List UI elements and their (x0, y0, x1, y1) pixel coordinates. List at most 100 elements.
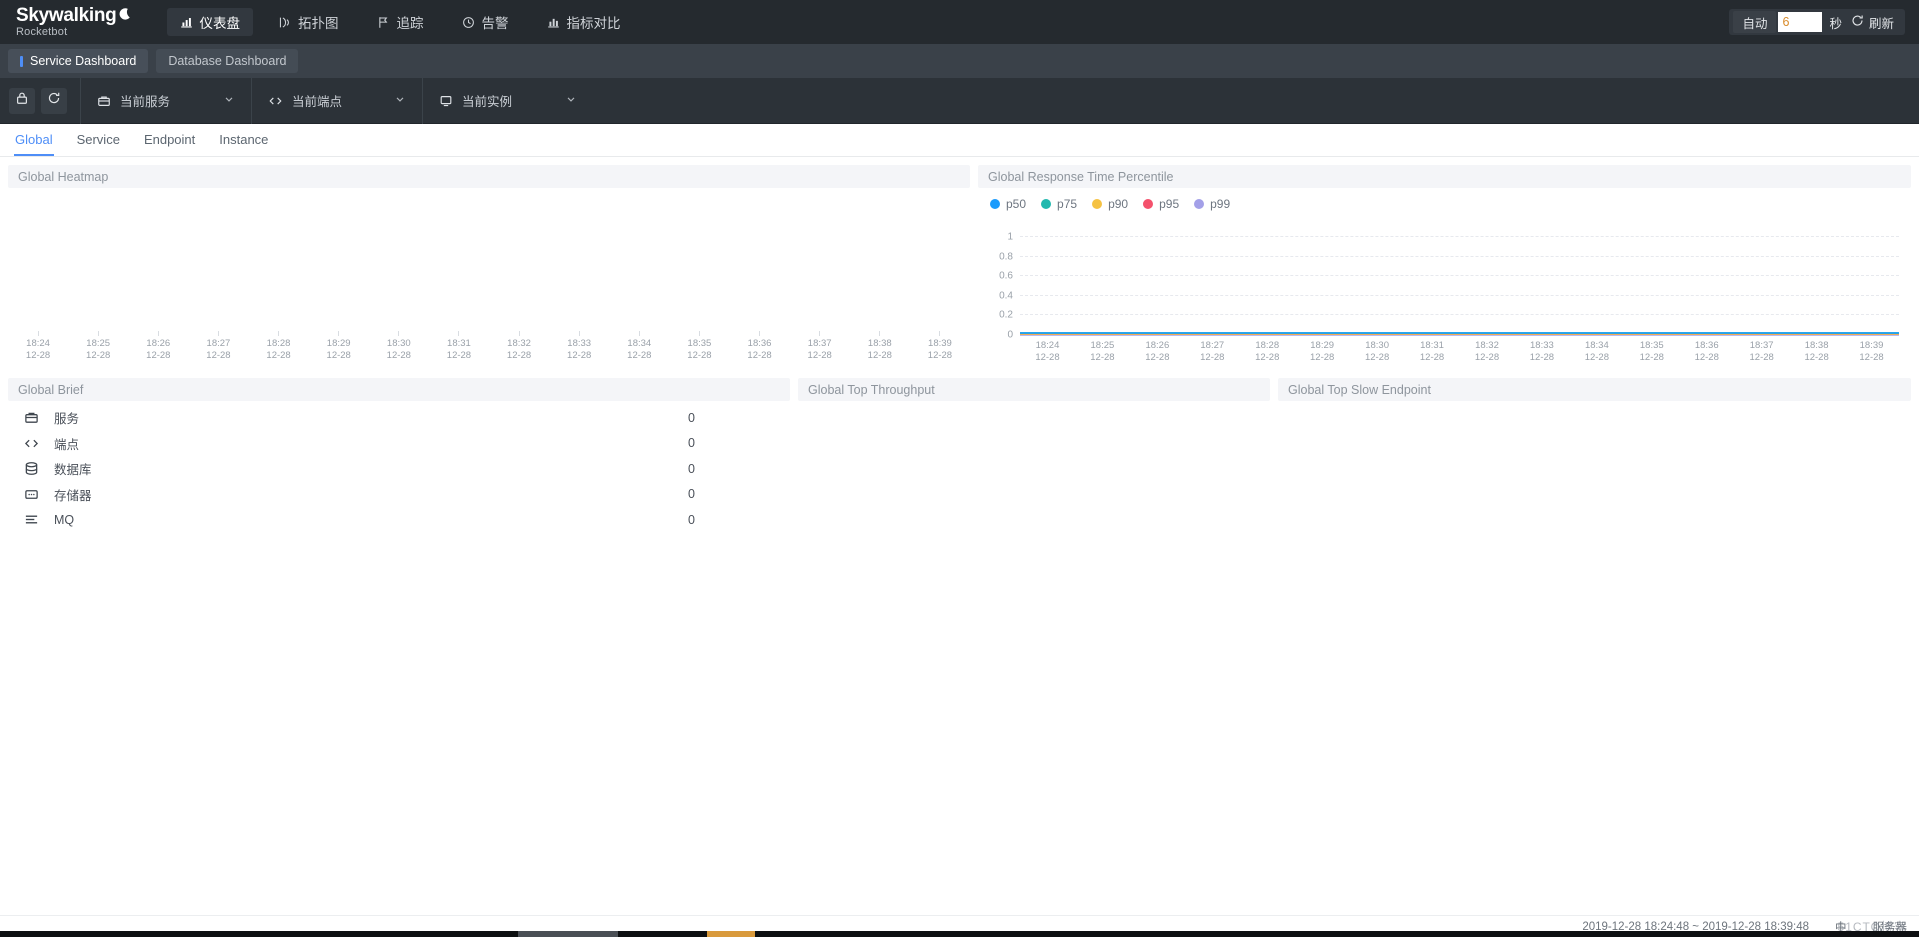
percentile-x-tick: 18:3112-28 (1405, 338, 1460, 364)
percentile-x-tick: 18:3912-28 (1844, 338, 1899, 364)
metric-scope-tabs: Global Service Endpoint Instance (0, 124, 1919, 157)
tick-label: 18:2812-28 (1240, 340, 1295, 364)
heatmap-x-tick: 18:3712-28 (790, 331, 850, 362)
percentile-x-tick: 18:2412-28 (1020, 338, 1075, 364)
dashboard-tab-database[interactable]: Database Dashboard (156, 49, 298, 73)
taskbar-active-chip[interactable] (707, 931, 755, 937)
panel-title: Global Brief (8, 378, 790, 401)
tab-endpoint[interactable]: Endpoint (143, 124, 196, 156)
dashboard-tab-label: Database Dashboard (168, 54, 286, 68)
auto-refresh-group: 自动 秒 刷新 (1729, 9, 1905, 35)
endpoint-selector[interactable]: 当前端点 (262, 87, 412, 115)
panel-title: Global Heatmap (8, 165, 970, 188)
tick-label: 18:2712-28 (206, 338, 230, 362)
endpoint-selector-label: 当前端点 (292, 91, 342, 110)
heatmap-x-tick: 18:2612-28 (128, 331, 188, 362)
tick-label: 18:3612-28 (747, 338, 771, 362)
brief-label: 端点 (54, 434, 79, 453)
y-gridline: 0.8 (1020, 256, 1899, 257)
lock-button[interactable] (9, 88, 35, 114)
dashboard-content: Global Heatmap 18:2412-2818:2512-2818:26… (0, 157, 1919, 915)
global-top-throughput-chart[interactable] (798, 401, 1270, 581)
y-tick-label: 0 (1007, 330, 1013, 341)
brief-row: 端点0 (8, 431, 790, 457)
tick-label: 18:3112-28 (1405, 340, 1460, 364)
tick-label: 18:3812-28 (868, 338, 892, 362)
nav-item-alarm[interactable]: 告警 (449, 8, 522, 36)
tick-mark (699, 331, 700, 336)
dashboard-tab-service[interactable]: Service Dashboard (8, 49, 148, 73)
code-brackets-icon (24, 436, 46, 451)
tick-label: 18:3312-28 (1514, 340, 1569, 364)
instance-selector[interactable]: 当前实例 (433, 87, 583, 115)
brief-row: 存储器 0 (8, 482, 790, 508)
brief-label: MQ (54, 513, 74, 527)
percentile-legend: p50 p75 p90 p95 p99 (978, 188, 1911, 211)
tick-label: 18:2612-28 (1130, 340, 1185, 364)
database-icon (24, 461, 46, 476)
y-gridline: 0.4 (1020, 295, 1899, 296)
heatmap-x-tick: 18:3212-28 (489, 331, 549, 362)
tick-label: 18:3712-28 (1734, 340, 1789, 364)
heatmap-x-tick: 18:2512-28 (68, 331, 128, 362)
toolbar-divider (251, 78, 252, 124)
tick-label: 18:2412-28 (26, 338, 50, 362)
brief-label: 存储器 (54, 485, 92, 504)
brief-value: 0 (688, 411, 695, 425)
global-percentile-chart[interactable]: p50p75p90p95p99 00.20.40.60.81 18:2412-2… (978, 188, 1911, 370)
tick-mark (879, 331, 880, 336)
legend-item-p90[interactable]: p90 (1092, 197, 1128, 211)
brief-value: 0 (688, 487, 695, 501)
selector-toolbar: 当前服务 当前端点 当前实例 (0, 78, 1919, 124)
nav-item-trace[interactable]: 追踪 (364, 8, 437, 36)
y-tick-label: 0.8 (999, 251, 1013, 262)
global-top-slow-endpoint-chart[interactable] (1278, 401, 1911, 581)
tick-label: 18:3512-28 (1624, 340, 1679, 364)
legend-item-p50[interactable]: p50 (990, 197, 1026, 211)
service-selector[interactable]: 当前服务 (91, 87, 241, 115)
nav-item-topology[interactable]: 拓扑图 (265, 8, 352, 36)
tick-mark (338, 331, 339, 336)
heatmap-x-tick: 18:3912-28 (910, 331, 970, 362)
service-box-icon (97, 94, 111, 108)
tab-global[interactable]: Global (14, 124, 54, 156)
percentile-x-tick: 18:2912-28 (1295, 338, 1350, 364)
brief-label: 数据库 (54, 459, 92, 478)
refresh-button[interactable]: 刷新 (1849, 13, 1903, 32)
legend-item-p99[interactable]: p99 (1194, 197, 1230, 211)
refresh-interval-input[interactable] (1778, 12, 1822, 32)
y-tick-label: 0.6 (999, 271, 1013, 282)
global-heatmap-chart[interactable]: 18:2412-28 18:2512-2818:2612-28 18:2712-28… (8, 188, 970, 370)
tick-mark (579, 331, 580, 336)
tick-label: 18:2712-28 (1185, 340, 1240, 364)
nav-item-compare[interactable]: 指标对比 (534, 8, 634, 36)
nav-items: 仪表盘 拓扑图 追踪 告警 (167, 0, 646, 44)
tab-instance[interactable]: Instance (218, 124, 269, 156)
legend-label: p99 (1210, 197, 1230, 211)
chevron-down-icon (394, 93, 406, 108)
app-logo[interactable]: Skywalking Rocketbot (16, 6, 131, 38)
lock-icon (15, 91, 29, 110)
legend-item-p75[interactable]: p75 (1041, 197, 1077, 211)
nav-label: 仪表盘 (200, 12, 241, 32)
chevron-down-icon (565, 93, 577, 108)
toolbar-reload-button[interactable] (41, 88, 67, 114)
service-selector-label: 当前服务 (120, 91, 170, 110)
brief-row: 数据库0 (8, 456, 790, 482)
percentile-x-tick: 18:3612-28 (1679, 338, 1734, 364)
tick-mark (158, 331, 159, 336)
reload-icon (1851, 14, 1864, 30)
legend-color-dot (990, 199, 1000, 209)
reload-icon (47, 91, 61, 110)
heatmap-x-tick: 18:3412-28 (609, 331, 669, 362)
taskbar-window-chip[interactable] (518, 931, 618, 937)
legend-item-p95[interactable]: p95 (1143, 197, 1179, 211)
nav-label: 追踪 (397, 12, 424, 32)
auto-refresh-toggle[interactable]: 自动 (1733, 11, 1776, 33)
legend-label: p75 (1057, 197, 1077, 211)
instance-monitor-icon (439, 94, 453, 108)
tick-label: 18:3412-28 (627, 338, 651, 362)
tick-label: 18:2412-28 (1020, 340, 1075, 364)
tab-service[interactable]: Service (76, 124, 121, 156)
nav-item-dashboard[interactable]: 仪表盘 (167, 8, 254, 36)
